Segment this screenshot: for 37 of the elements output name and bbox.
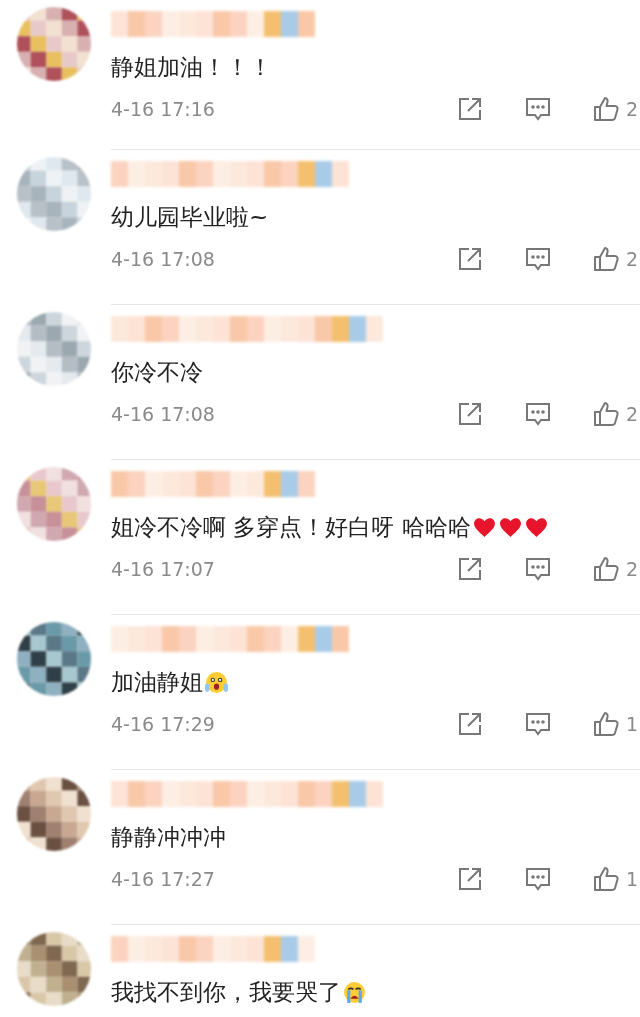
comment-time: 4-16 17:08 xyxy=(111,403,215,425)
comment-text: 幼儿园毕业啦~ xyxy=(111,202,269,232)
comment-time: 4-16 17:29 xyxy=(111,713,215,735)
comment-text: 静静冲冲冲 xyxy=(111,822,226,852)
comment-icon[interactable] xyxy=(523,95,552,123)
avatar[interactable] xyxy=(15,620,93,698)
shocked-face-icon xyxy=(204,669,229,695)
comment-time: 4-16 17:16 xyxy=(111,98,215,120)
comment-time: 4-16 17:07 xyxy=(111,558,215,580)
thumbs-up-icon[interactable] xyxy=(591,710,620,738)
avatar[interactable] xyxy=(15,930,93,1008)
like-count: 1 xyxy=(625,868,638,890)
comment-text: 你冷不冷 xyxy=(111,357,203,387)
comment-icon[interactable] xyxy=(523,710,552,738)
crying-face-icon xyxy=(342,979,367,1005)
thumbs-up-icon[interactable] xyxy=(591,865,620,893)
comment-text: 姐冷不冷啊 多穿点！好白呀 哈哈哈 xyxy=(111,512,471,542)
thumbs-up-icon[interactable] xyxy=(591,400,620,428)
thumbs-up-icon[interactable] xyxy=(591,555,620,583)
comment-icon[interactable] xyxy=(523,400,552,428)
comment-time: 4-16 17:08 xyxy=(111,248,215,270)
like-count: 1 xyxy=(625,713,638,735)
avatar[interactable] xyxy=(15,775,93,853)
like-count: 2 xyxy=(625,98,638,120)
comment-icon[interactable] xyxy=(523,555,552,583)
like-count: 2 xyxy=(625,403,638,425)
like-count: 2 xyxy=(625,248,638,270)
comment-time: 4-16 17:27 xyxy=(111,868,215,890)
comment-icon[interactable] xyxy=(523,865,552,893)
comment-icon[interactable] xyxy=(523,245,552,273)
comment-text: 静姐加油！！！ xyxy=(111,52,272,82)
avatar[interactable] xyxy=(15,5,93,83)
like-count: 2 xyxy=(625,558,638,580)
comment-text: 我找不到你，我要哭了 xyxy=(111,977,341,1007)
thumbs-up-icon[interactable] xyxy=(591,95,620,123)
thumbs-up-icon[interactable] xyxy=(591,245,620,273)
comment-text: 加油静姐 xyxy=(111,667,203,697)
